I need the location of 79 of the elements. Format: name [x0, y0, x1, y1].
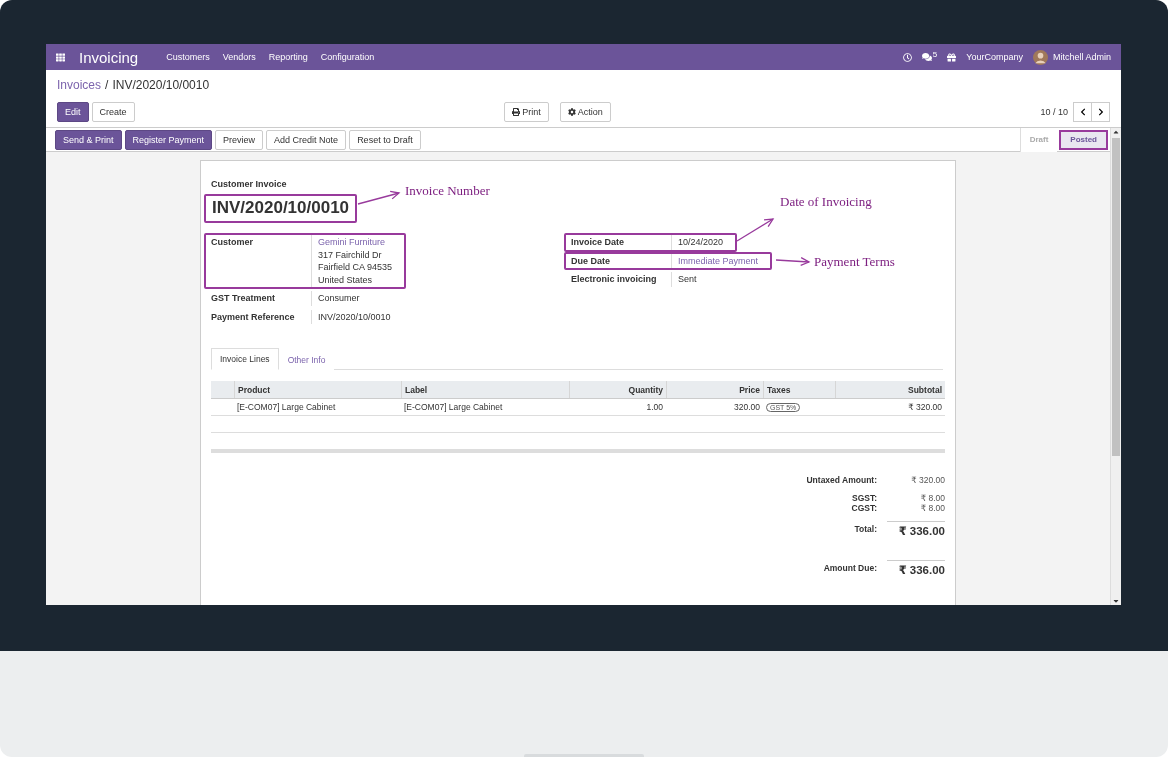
app-name[interactable]: Invoicing — [79, 48, 139, 66]
chat-count: 5 — [932, 49, 938, 59]
field-label: GST Treatment — [211, 292, 276, 305]
annotation-label: Invoice Number — [405, 183, 490, 199]
field-value: Fairfield CA 94535 — [318, 261, 393, 274]
field-label: Payment Reference — [211, 310, 296, 324]
clock-icon[interactable] — [902, 52, 912, 62]
field-label: Customer — [211, 236, 254, 249]
field-value: Sent — [678, 273, 697, 286]
workflow-button[interactable]: Reset to Draft — [349, 129, 421, 150]
table-cell-text: [E-COM07] Large Cabinet — [236, 401, 337, 414]
column-header[interactable]: Subtotal — [835, 381, 945, 398]
table-cell-text: 1.00 — [645, 401, 664, 414]
workflow-button[interactable]: Preview — [215, 129, 264, 150]
print-icon — [512, 108, 521, 116]
table-cell-text: ₹ 320.00 — [907, 401, 943, 414]
user-name[interactable]: Mitchell Admin — [1052, 52, 1111, 62]
total-label: Untaxed Amount: — [806, 475, 877, 485]
field-value: 317 Fairchild Dr — [318, 248, 383, 261]
workflow-button[interactable]: Add Credit Note — [266, 129, 347, 150]
field-link[interactable]: Gemini Furniture — [318, 236, 393, 249]
total-label: Amount Due: — [822, 562, 877, 575]
field-value: 10/24/2020 — [678, 236, 724, 249]
scroll-up-icon[interactable] — [1112, 128, 1120, 136]
dropdown-button[interactable]: Print — [504, 102, 549, 122]
dropdown-button[interactable]: Action — [559, 102, 611, 122]
total-value: ₹ 336.00 — [887, 560, 945, 577]
breadcrumb-link[interactable]: Invoices — [57, 78, 102, 92]
menu-item[interactable]: Vendors — [222, 52, 256, 62]
column-header[interactable]: Taxes — [763, 381, 835, 398]
apps-menu-icon[interactable] — [56, 52, 65, 62]
total-value: ₹ 320.00 — [910, 475, 945, 485]
next-button[interactable] — [1091, 102, 1110, 122]
total-label: Total: — [853, 523, 877, 536]
workflow-button[interactable]: Register Payment — [124, 129, 213, 150]
field-label: Electronic invoicing — [571, 273, 658, 286]
avatar[interactable] — [1032, 49, 1048, 65]
annotation-arrow — [357, 190, 401, 205]
field-label: Invoice Date — [571, 236, 626, 249]
invoice-number: INV/2020/10/0010 — [204, 194, 358, 223]
menu-item[interactable]: Reporting — [268, 52, 308, 62]
pager-counter: 10 / 10 — [1040, 107, 1068, 117]
chevron-right-icon — [1096, 108, 1105, 116]
total-value: ₹ 8.00 — [919, 493, 945, 503]
field-label: Due Date — [571, 254, 611, 268]
annotation-label: Date of Invoicing — [780, 194, 872, 210]
total-label: CGST: — [850, 503, 877, 513]
breadcrumb-separator: / — [105, 78, 109, 92]
chat-icon[interactable] — [921, 52, 932, 62]
gift-icon[interactable] — [947, 52, 957, 62]
table-cell-text: [E-COM07] Large Cabinet — [403, 401, 504, 414]
breadcrumb-current: INV/2020/10/0010 — [112, 78, 210, 92]
column-header[interactable]: Label — [401, 381, 569, 398]
field-link[interactable]: Immediate Payment — [678, 254, 759, 267]
status-step[interactable]: Posted — [1059, 129, 1108, 150]
total-value: ₹ 8.00 — [919, 503, 945, 513]
menu-item[interactable]: Configuration — [320, 52, 375, 62]
column-header[interactable]: Product — [234, 381, 401, 398]
menu-item[interactable]: Customers — [166, 52, 210, 62]
column-header[interactable]: Quantity — [569, 381, 666, 398]
toolbar-button[interactable]: Edit — [57, 102, 89, 122]
total-label: SGST: — [850, 493, 877, 503]
column-header[interactable]: Price — [666, 381, 763, 398]
document-type: Customer Invoice — [211, 179, 288, 189]
chevron-left-icon — [1078, 108, 1087, 116]
gear-icon — [567, 108, 576, 116]
company-name[interactable]: YourCompany — [966, 52, 1023, 62]
field-value: Consumer — [318, 292, 360, 305]
annotation-arrow — [775, 256, 811, 267]
table-cell-text: 320.00 — [733, 401, 761, 414]
total-value: ₹ 336.00 — [887, 521, 945, 538]
workflow-button[interactable]: Send & Print — [55, 129, 122, 150]
field-value: United States — [318, 273, 374, 286]
scroll-down-icon[interactable] — [1112, 597, 1120, 605]
toolbar-button[interactable]: Create — [91, 102, 135, 122]
field-value: INV/2020/10/0010 — [318, 310, 391, 323]
annotation-label: Payment Terms — [814, 254, 895, 270]
scrollbar[interactable] — [1110, 128, 1121, 605]
tab[interactable]: Invoice Lines — [211, 348, 279, 370]
